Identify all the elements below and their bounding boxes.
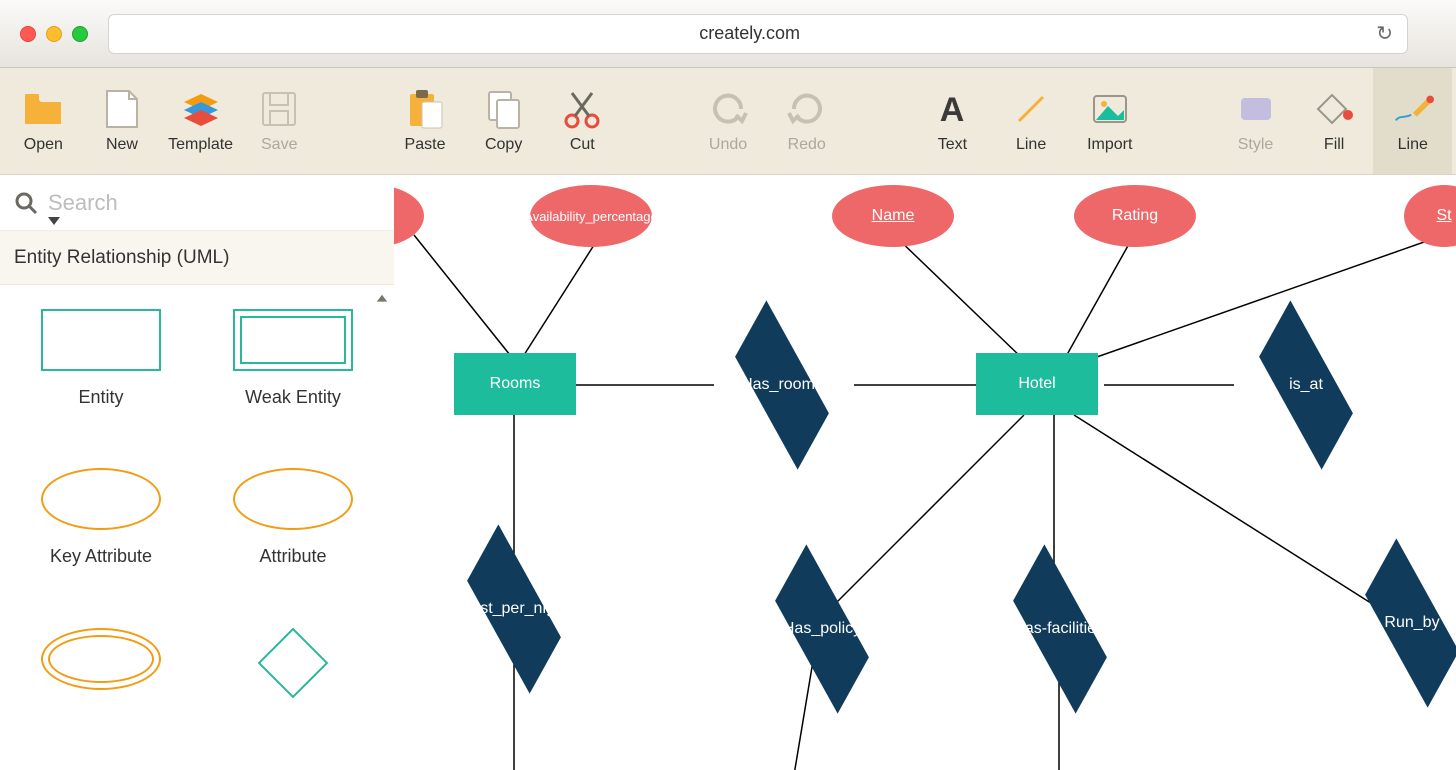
shape-relationship[interactable] xyxy=(206,628,380,746)
shapes-sidebar: Entity Relationship (UML) Entity Weak En… xyxy=(0,175,394,770)
shape-attribute[interactable]: Attribute xyxy=(206,468,380,599)
shapes-panel-title: Entity Relationship (UML) xyxy=(0,231,394,285)
entity-hotel[interactable]: Hotel xyxy=(976,353,1098,415)
redo-button[interactable]: Redo xyxy=(767,68,846,174)
attribute-name[interactable]: Name xyxy=(832,185,954,247)
line-icon xyxy=(1010,88,1052,130)
undo-button[interactable]: Undo xyxy=(689,68,768,174)
paste-button[interactable]: Paste xyxy=(386,68,465,174)
relationship-is-at[interactable]: is_at xyxy=(1218,341,1394,429)
search-icon xyxy=(14,191,38,215)
copy-label: Copy xyxy=(485,136,522,154)
shape-attribute-label: Attribute xyxy=(259,546,326,567)
search-row xyxy=(0,175,394,231)
relationship-has-facilities[interactable]: has-facilities xyxy=(972,585,1148,673)
relationship-cost-per-night[interactable]: Cost_per_night xyxy=(426,565,602,653)
attribute-availability[interactable]: Availability_percentage xyxy=(530,185,652,247)
pencil-line-icon xyxy=(1392,88,1434,130)
fill-button[interactable]: Fill xyxy=(1295,68,1374,174)
svg-text:A: A xyxy=(940,91,965,127)
text-tool-label: Text xyxy=(938,136,967,154)
copy-button[interactable]: Copy xyxy=(464,68,543,174)
template-icon xyxy=(180,88,222,130)
text-tool-button[interactable]: A Text xyxy=(913,68,992,174)
maximize-window-icon[interactable] xyxy=(72,26,88,42)
url-text: creately.com xyxy=(123,23,1376,44)
copy-icon xyxy=(483,88,525,130)
fill-label: Fill xyxy=(1324,136,1344,154)
import-label: Import xyxy=(1087,136,1132,154)
browser-chrome: creately.com ↻ xyxy=(0,0,1456,68)
template-label: Template xyxy=(168,136,233,154)
relationship-has-policy[interactable]: Has_policy xyxy=(734,585,910,673)
new-file-icon xyxy=(101,88,143,130)
undo-icon xyxy=(707,88,749,130)
redo-label: Redo xyxy=(788,136,826,154)
shape-key-attribute[interactable]: Key Attribute xyxy=(14,468,188,599)
line-style-label: Line xyxy=(1398,136,1428,154)
scroll-up-icon[interactable] xyxy=(376,293,388,305)
paste-icon xyxy=(404,88,446,130)
text-icon: A xyxy=(931,88,973,130)
line-tool-button[interactable]: Line xyxy=(992,68,1071,174)
redo-icon xyxy=(786,88,828,130)
line-tool-label: Line xyxy=(1016,136,1046,154)
save-label: Save xyxy=(261,136,297,154)
shape-entity-label: Entity xyxy=(78,387,123,408)
folder-icon xyxy=(22,88,64,130)
shapes-palette: Entity Weak Entity Key Attribute Attribu… xyxy=(0,285,394,770)
shape-weak-entity[interactable]: Weak Entity xyxy=(206,309,380,440)
url-bar[interactable]: creately.com ↻ xyxy=(108,14,1408,54)
shape-derived-attribute[interactable] xyxy=(14,628,188,746)
relationship-run-by[interactable]: Run_by xyxy=(1324,579,1456,667)
template-button[interactable]: Template xyxy=(161,68,240,174)
fill-icon xyxy=(1313,88,1355,130)
import-icon xyxy=(1089,88,1131,130)
diagram-connectors xyxy=(394,175,1456,770)
attribute-rating[interactable]: Rating xyxy=(1074,185,1196,247)
new-label: New xyxy=(106,136,138,154)
diagram-canvas[interactable]: ype Availability_percentage Name Rating … xyxy=(394,175,1456,770)
entity-rooms[interactable]: Rooms xyxy=(454,353,576,415)
style-label: Style xyxy=(1238,136,1274,154)
shape-key-attribute-label: Key Attribute xyxy=(50,546,152,567)
style-icon xyxy=(1235,88,1277,130)
save-icon xyxy=(258,88,300,130)
line-style-button[interactable]: Line xyxy=(1373,68,1452,174)
open-label: Open xyxy=(24,136,63,154)
traffic-lights xyxy=(20,26,88,42)
minimize-window-icon[interactable] xyxy=(46,26,62,42)
paste-label: Paste xyxy=(405,136,446,154)
open-button[interactable]: Open xyxy=(4,68,83,174)
shape-weak-entity-label: Weak Entity xyxy=(245,387,341,408)
shape-entity[interactable]: Entity xyxy=(14,309,188,440)
cut-label: Cut xyxy=(570,136,595,154)
refresh-icon[interactable]: ↻ xyxy=(1376,21,1393,46)
style-button[interactable]: Style xyxy=(1216,68,1295,174)
cut-icon xyxy=(561,88,603,130)
undo-label: Undo xyxy=(709,136,747,154)
cut-button[interactable]: Cut xyxy=(543,68,622,174)
dropdown-caret-icon[interactable] xyxy=(48,217,60,229)
search-input[interactable] xyxy=(48,190,380,216)
close-window-icon[interactable] xyxy=(20,26,36,42)
new-button[interactable]: New xyxy=(83,68,162,174)
import-button[interactable]: Import xyxy=(1070,68,1149,174)
relationship-has-rooms[interactable]: Has_rooms xyxy=(694,341,870,429)
toolbar: Open New Template Save Paste Copy C xyxy=(0,68,1456,175)
save-button[interactable]: Save xyxy=(240,68,319,174)
